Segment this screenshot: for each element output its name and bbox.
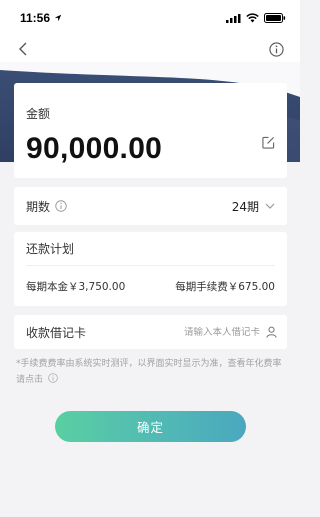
period-value: 24期: [231, 199, 259, 214]
amount-card: 金额 90,000.00: [14, 83, 287, 178]
info-circle-icon[interactable]: [55, 200, 67, 212]
period-label-group: 期数: [26, 198, 67, 215]
period-label: 期数: [26, 199, 51, 214]
debit-card-input-group: [170, 326, 277, 338]
fee-notice: *手续费费率由系统实时测评，以界面实时显示为准，查看年化费率请点击: [16, 356, 284, 388]
edit-icon[interactable]: [262, 136, 275, 149]
location-arrow-icon: [54, 14, 62, 22]
nav-bar: [0, 36, 300, 62]
debit-card-row: 收款借记卡: [14, 315, 287, 349]
status-icons: [226, 13, 286, 23]
signal-icon: [226, 13, 241, 23]
principal-per-period: 每期本金￥3,750.00: [26, 280, 126, 293]
plan-title: 还款计划: [26, 232, 275, 266]
amount-label: 金额: [26, 107, 51, 121]
amount-value[interactable]: 90,000.00: [26, 132, 275, 166]
chevron-down-icon: [265, 203, 275, 209]
repayment-plan-card: 还款计划 每期本金￥3,750.00 每期手续费￥675.00: [14, 232, 287, 306]
debit-card-input[interactable]: [170, 326, 260, 338]
period-selector[interactable]: 期数 24期: [14, 187, 287, 225]
status-time: 11:56: [20, 11, 62, 25]
fee-per-period: 每期手续费￥675.00: [175, 280, 275, 293]
info-circle-icon[interactable]: [269, 41, 284, 57]
period-value-group[interactable]: 24期: [232, 198, 275, 215]
confirm-button[interactable]: 确定: [55, 411, 246, 442]
battery-icon: [264, 13, 286, 23]
user-icon[interactable]: [266, 326, 277, 338]
status-time-text: 11:56: [20, 11, 51, 25]
chevron-left-icon[interactable]: [18, 42, 28, 56]
info-circle-icon[interactable]: [48, 373, 58, 383]
status-bar: 11:56: [0, 0, 300, 36]
wifi-icon: [246, 13, 259, 23]
plan-row: 每期本金￥3,750.00 每期手续费￥675.00: [26, 266, 275, 306]
debit-card-label: 收款借记卡: [26, 325, 87, 340]
